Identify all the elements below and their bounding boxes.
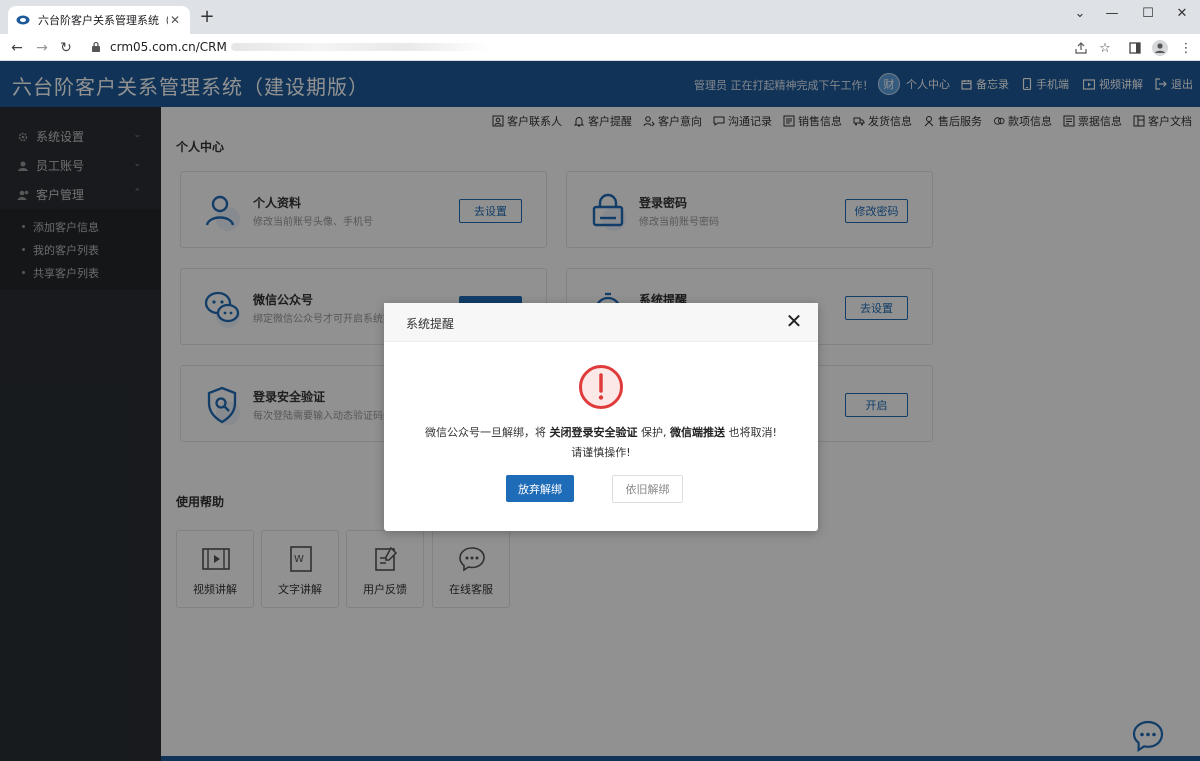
back-icon[interactable]: ← bbox=[7, 38, 27, 58]
lock-icon bbox=[90, 41, 102, 53]
new-tab-button[interactable]: + bbox=[198, 8, 216, 26]
share-icon[interactable] bbox=[1071, 38, 1091, 58]
side-panel-icon[interactable] bbox=[1125, 38, 1145, 58]
profile-icon[interactable] bbox=[1150, 38, 1170, 58]
dialog-title: 系统提醒 bbox=[406, 317, 455, 331]
message-emphasis: 微信端推送 bbox=[670, 426, 726, 439]
dialog-message: 微信公众号一旦解绑，将 关闭登录安全验证 保护, 微信端推送 也将取消! 请谨慎… bbox=[384, 423, 818, 463]
message-text: 也将取消! bbox=[728, 426, 777, 439]
message-text: 保护, bbox=[641, 426, 667, 439]
favicon-icon bbox=[16, 13, 30, 27]
browser-tab-bar: 六台阶客户关系管理系统（建设期 ✕ + ⌄ — ☐ ✕ bbox=[0, 0, 1200, 34]
address-bar: ← → ↻ crm05.com.cn/CRM ☆ ⋮ bbox=[0, 34, 1200, 61]
tab-title: 六台阶客户关系管理系统（建设期 bbox=[38, 14, 168, 27]
url-text: crm05.com.cn/CRM bbox=[110, 40, 227, 54]
tab-search-icon[interactable]: ⌄ bbox=[1062, 0, 1098, 26]
maximize-icon[interactable]: ☐ bbox=[1130, 0, 1166, 26]
dialog-message-line2: 请谨慎操作! bbox=[571, 446, 631, 459]
browser-tab[interactable]: 六台阶客户关系管理系统（建设期 ✕ bbox=[8, 6, 190, 34]
message-emphasis: 关闭登录安全验证 bbox=[549, 426, 638, 439]
dialog-message-line1: 微信公众号一旦解绑，将 关闭登录安全验证 保护, 微信端推送 也将取消! bbox=[384, 423, 818, 443]
close-tab-icon[interactable]: ✕ bbox=[168, 13, 182, 27]
close-window-icon[interactable]: ✕ bbox=[1164, 0, 1200, 26]
message-text: 微信公众号一旦解绑，将 bbox=[425, 426, 547, 439]
system-reminder-dialog: 系统提醒 ✕ 微信公众号一旦解绑，将 关闭登录安全验证 保护, 微信端推送 也将… bbox=[384, 303, 818, 531]
confirm-unbind-button[interactable]: 依旧解绑 bbox=[612, 475, 683, 503]
close-icon[interactable]: ✕ bbox=[784, 311, 804, 331]
bookmark-star-icon[interactable]: ☆ bbox=[1095, 38, 1115, 58]
minimize-icon[interactable]: — bbox=[1094, 0, 1130, 26]
warning-icon bbox=[578, 364, 624, 410]
reload-icon[interactable]: ↻ bbox=[56, 38, 76, 58]
cancel-unbind-button[interactable]: 放弃解绑 bbox=[506, 475, 574, 502]
url-blur bbox=[230, 43, 491, 51]
dialog-header: 系统提醒 ✕ bbox=[384, 303, 818, 342]
url-field[interactable]: crm05.com.cn/CRM bbox=[84, 36, 1098, 58]
menu-icon[interactable]: ⋮ bbox=[1176, 38, 1196, 58]
forward-icon[interactable]: → bbox=[32, 38, 52, 58]
